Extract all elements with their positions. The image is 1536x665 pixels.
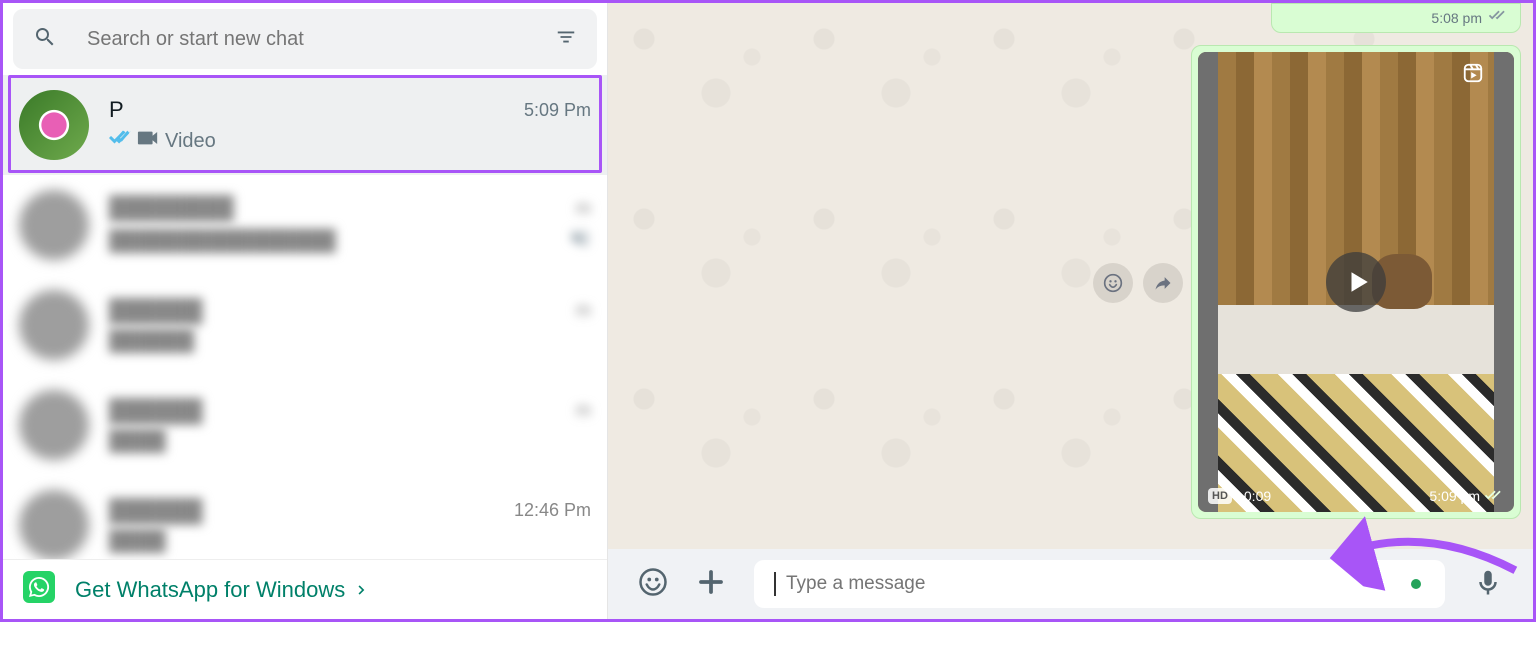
chat-list: P 5:09 Pm Video (3, 75, 607, 559)
message-input[interactable] (786, 573, 1401, 595)
whatsapp-logo-icon (23, 571, 55, 608)
chat-item[interactable]: ██████m ██████ (3, 275, 607, 375)
avatar (19, 190, 89, 260)
message-hover-actions (1093, 263, 1183, 303)
search-input[interactable] (87, 28, 525, 51)
chat-time: 12:46 Pm (514, 500, 591, 521)
video-duration: 0:09 (1244, 488, 1271, 504)
reel-icon (1462, 62, 1484, 89)
avatar (19, 90, 89, 160)
search-bar[interactable] (13, 9, 597, 69)
message-time: 5:08 pm (1431, 10, 1482, 26)
video-icon (137, 129, 159, 153)
get-desktop-app[interactable]: Get WhatsApp for Windows (3, 559, 607, 619)
hd-badge: HD (1208, 488, 1232, 504)
chat-item[interactable]: ████████m ████████████████ (3, 175, 607, 275)
read-receipt-icon (1488, 9, 1508, 28)
muted-icon (569, 227, 591, 255)
emoji-icon[interactable] (638, 567, 668, 602)
video-thumbnail[interactable]: HD 0:09 5:09 pm (1198, 52, 1514, 512)
avatar (19, 490, 89, 559)
text-caret (774, 572, 776, 596)
video-message[interactable]: HD 0:09 5:09 pm (1191, 45, 1521, 519)
avatar (19, 390, 89, 460)
prev-message-tail[interactable]: 5:08 pm (1271, 3, 1521, 33)
get-app-text: Get WhatsApp for Windows (75, 577, 345, 603)
chat-time: 5:09 Pm (524, 100, 591, 121)
read-receipt-icon (1484, 489, 1504, 503)
chat-item[interactable]: ██████12:46 Pm ████ (3, 475, 607, 559)
chat-name: P (109, 97, 124, 123)
react-button[interactable] (1093, 263, 1133, 303)
search-icon (33, 25, 57, 54)
chevron-right-icon (355, 583, 369, 597)
forward-button[interactable] (1143, 263, 1183, 303)
attach-icon[interactable] (696, 567, 726, 602)
filter-icon[interactable] (555, 26, 577, 53)
chat-item[interactable]: ██████m ████ (3, 375, 607, 475)
avatar (19, 290, 89, 360)
conversation-panel: 5:08 pm (608, 3, 1533, 619)
chat-item-selected[interactable]: P 5:09 Pm Video (3, 75, 607, 175)
chat-preview: Video (165, 130, 216, 153)
play-button[interactable] (1326, 252, 1386, 312)
chat-sidebar: P 5:09 Pm Video (3, 3, 608, 619)
read-receipt-icon (109, 129, 131, 153)
